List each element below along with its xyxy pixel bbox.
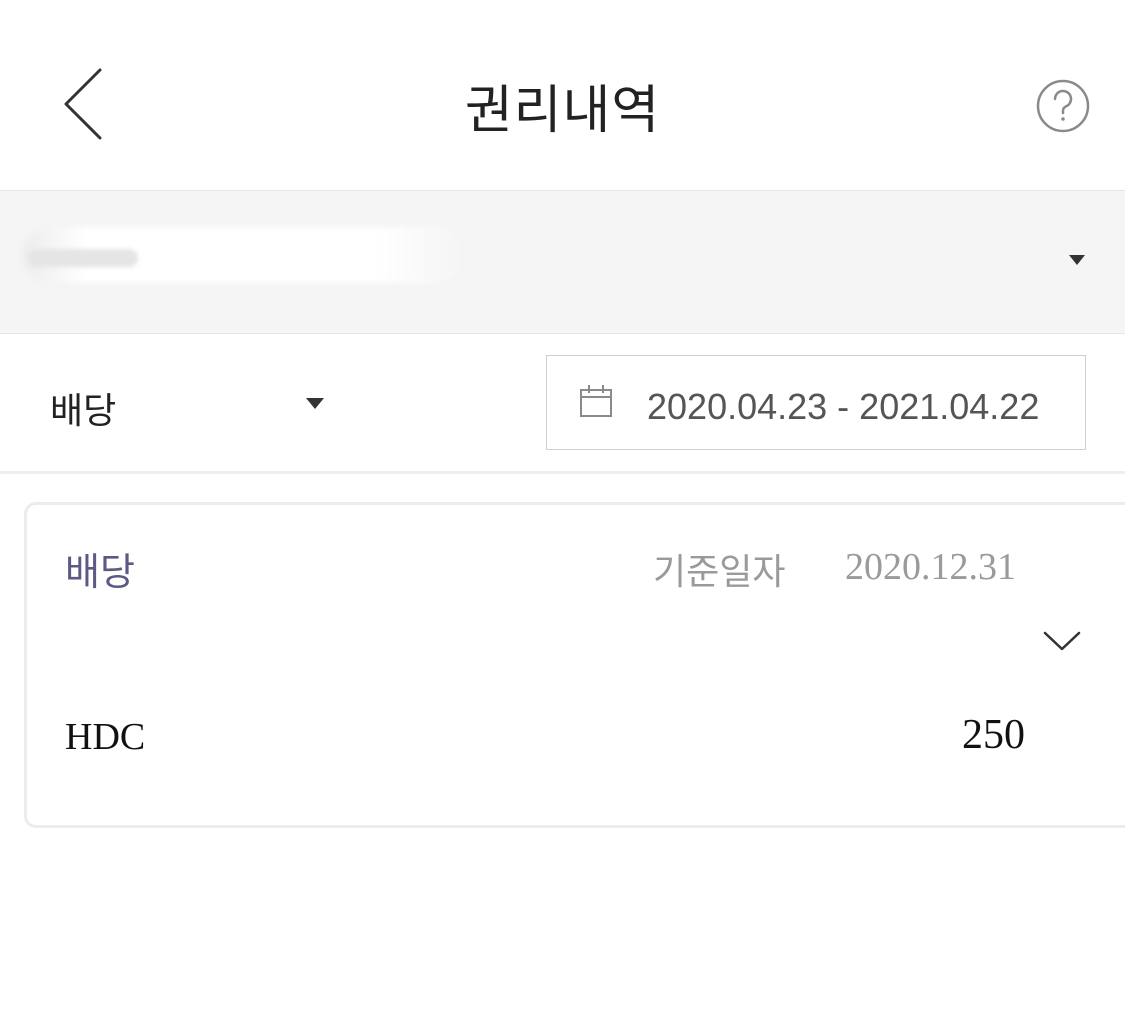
record-type: 배당 — [65, 550, 135, 594]
date-range-text: 2020.04.23 - 2021.04.22 — [647, 386, 1040, 427]
masked-account-fragment — [28, 249, 138, 267]
account-selector[interactable] — [0, 190, 1125, 334]
triangle-down-icon — [306, 398, 324, 409]
triangle-down-icon — [1069, 255, 1085, 265]
calendar-icon — [580, 385, 612, 417]
date-range-picker[interactable]: 2020.04.23 - 2021.04.22 — [546, 355, 1086, 450]
top-app-bar: 권리내역 — [0, 0, 1125, 190]
rights-record-card[interactable]: 배당 기준일자 2020.12.31 HDC 250 — [24, 502, 1125, 828]
rights-type-label: 배당 — [50, 391, 117, 432]
help-button[interactable] — [1035, 78, 1091, 134]
filter-row: 배당 2020.04.23 - 2021.04.22 — [0, 334, 1125, 474]
record-amount: 250 — [962, 712, 1025, 758]
question-circle-icon — [1036, 79, 1090, 133]
record-stock-name: HDC — [65, 716, 146, 758]
page-title: 권리내역 — [464, 81, 661, 141]
expand-record-button[interactable] — [1037, 623, 1087, 659]
record-date-label: 기준일자 — [653, 552, 786, 593]
record-date-value: 2020.12.31 — [845, 546, 1016, 588]
chevron-down-icon — [1043, 631, 1081, 651]
rights-type-dropdown[interactable]: 배당 — [0, 334, 340, 471]
